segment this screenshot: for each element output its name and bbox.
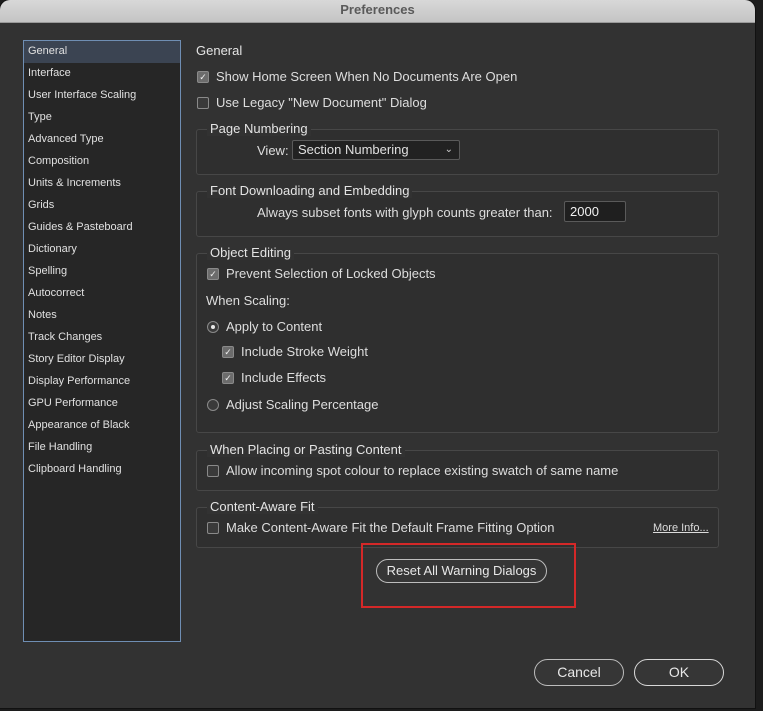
sidebar-item-gpu-performance[interactable]: GPU Performance [24, 393, 180, 415]
sidebar-item-units-increments[interactable]: Units & Increments [24, 173, 180, 195]
content-aware-default-label: Make Content-Aware Fit the Default Frame… [226, 520, 555, 535]
window-title: Preferences [0, 0, 755, 23]
highlight-box [361, 543, 576, 608]
sidebar-item-autocorrect[interactable]: Autocorrect [24, 283, 180, 305]
font-downloading-title: Font Downloading and Embedding [207, 183, 413, 198]
sidebar-item-advanced-type[interactable]: Advanced Type [24, 129, 180, 151]
prevent-selection-checkbox[interactable]: ✓ Prevent Selection of Locked Objects [207, 266, 436, 281]
subset-glyph-count-input[interactable]: 2000 [564, 201, 626, 222]
apply-to-content-label: Apply to Content [226, 319, 323, 334]
content-aware-title: Content-Aware Fit [207, 499, 318, 514]
show-home-screen-label: Show Home Screen When No Documents Are O… [216, 69, 518, 84]
subset-fonts-label: Always subset fonts with glyph counts gr… [257, 205, 553, 220]
sidebar-item-user-interface-scaling[interactable]: User Interface Scaling [24, 85, 180, 107]
prevent-selection-label: Prevent Selection of Locked Objects [226, 266, 436, 281]
spot-colour-label: Allow incoming spot colour to replace ex… [226, 463, 619, 478]
show-home-screen-checkbox[interactable]: ✓ Show Home Screen When No Documents Are… [197, 69, 517, 84]
sidebar-item-grids[interactable]: Grids [24, 195, 180, 217]
radio-unselected-icon [207, 398, 219, 411]
when-scaling-label: When Scaling: [206, 293, 290, 308]
view-label: View: [257, 143, 289, 158]
placing-title: When Placing or Pasting Content [207, 442, 405, 457]
checkbox-checked-icon: ✓ [207, 267, 219, 280]
sidebar-item-spelling[interactable]: Spelling [24, 261, 180, 283]
include-effects-label: Include Effects [241, 370, 327, 385]
sidebar-item-appearance-of-black[interactable]: Appearance of Black [24, 415, 180, 437]
more-info-link[interactable]: More Info... [653, 522, 709, 534]
legacy-new-document-checkbox[interactable]: Use Legacy "New Document" Dialog [197, 95, 427, 110]
subset-fonts-label-text: Always subset fonts with glyph counts gr… [257, 205, 553, 220]
view-dropdown[interactable]: Section Numbering ⌄ [292, 140, 460, 160]
sidebar-item-type[interactable]: Type [24, 107, 180, 129]
spot-colour-checkbox[interactable]: Allow incoming spot colour to replace ex… [207, 463, 618, 478]
radio-selected-icon [207, 320, 219, 333]
preferences-sidebar: General Interface User Interface Scaling Ty… [23, 40, 181, 642]
sidebar-item-display-performance[interactable]: Display Performance [24, 371, 180, 393]
page-numbering-title: Page Numbering [207, 121, 311, 136]
object-editing-title: Object Editing [207, 245, 294, 260]
section-title-general: General [196, 43, 243, 58]
sidebar-item-composition[interactable]: Composition [24, 151, 180, 173]
sidebar-item-file-handling[interactable]: File Handling [24, 437, 180, 459]
chevron-down-icon: ⌄ [444, 144, 453, 155]
checkbox-unchecked-icon [197, 96, 209, 109]
view-dropdown-value: Section Numbering [298, 142, 409, 157]
checkbox-checked-icon: ✓ [222, 345, 234, 358]
sidebar-item-clipboard-handling[interactable]: Clipboard Handling [24, 459, 180, 481]
cancel-button[interactable]: Cancel [534, 659, 624, 686]
preferences-window: Preferences General Interface User Interfa… [0, 0, 755, 708]
adjust-scaling-label: Adjust Scaling Percentage [226, 397, 379, 412]
view-label-text: View: [257, 143, 289, 158]
sidebar-item-track-changes[interactable]: Track Changes [24, 327, 180, 349]
sidebar-item-story-editor-display[interactable]: Story Editor Display [24, 349, 180, 371]
content-aware-default-checkbox[interactable]: Make Content-Aware Fit the Default Frame… [207, 520, 555, 535]
sidebar-item-notes[interactable]: Notes [24, 305, 180, 327]
checkbox-unchecked-icon [207, 521, 219, 534]
checkbox-checked-icon: ✓ [222, 371, 234, 384]
sidebar-item-general[interactable]: General [24, 41, 180, 63]
adjust-scaling-radio[interactable]: Adjust Scaling Percentage [207, 397, 378, 412]
apply-to-content-radio[interactable]: Apply to Content [207, 319, 322, 334]
sidebar-item-interface[interactable]: Interface [24, 63, 180, 85]
include-stroke-weight-checkbox[interactable]: ✓ Include Stroke Weight [222, 344, 368, 359]
checkbox-checked-icon: ✓ [197, 70, 209, 83]
include-stroke-weight-label: Include Stroke Weight [241, 344, 368, 359]
sidebar-item-guides-pasteboard[interactable]: Guides & Pasteboard [24, 217, 180, 239]
when-scaling-text: When Scaling: [206, 293, 290, 308]
include-effects-checkbox[interactable]: ✓ Include Effects [222, 370, 326, 385]
ok-button[interactable]: OK [634, 659, 724, 686]
legacy-new-document-label: Use Legacy "New Document" Dialog [216, 95, 427, 110]
checkbox-unchecked-icon [207, 464, 219, 477]
sidebar-item-dictionary[interactable]: Dictionary [24, 239, 180, 261]
